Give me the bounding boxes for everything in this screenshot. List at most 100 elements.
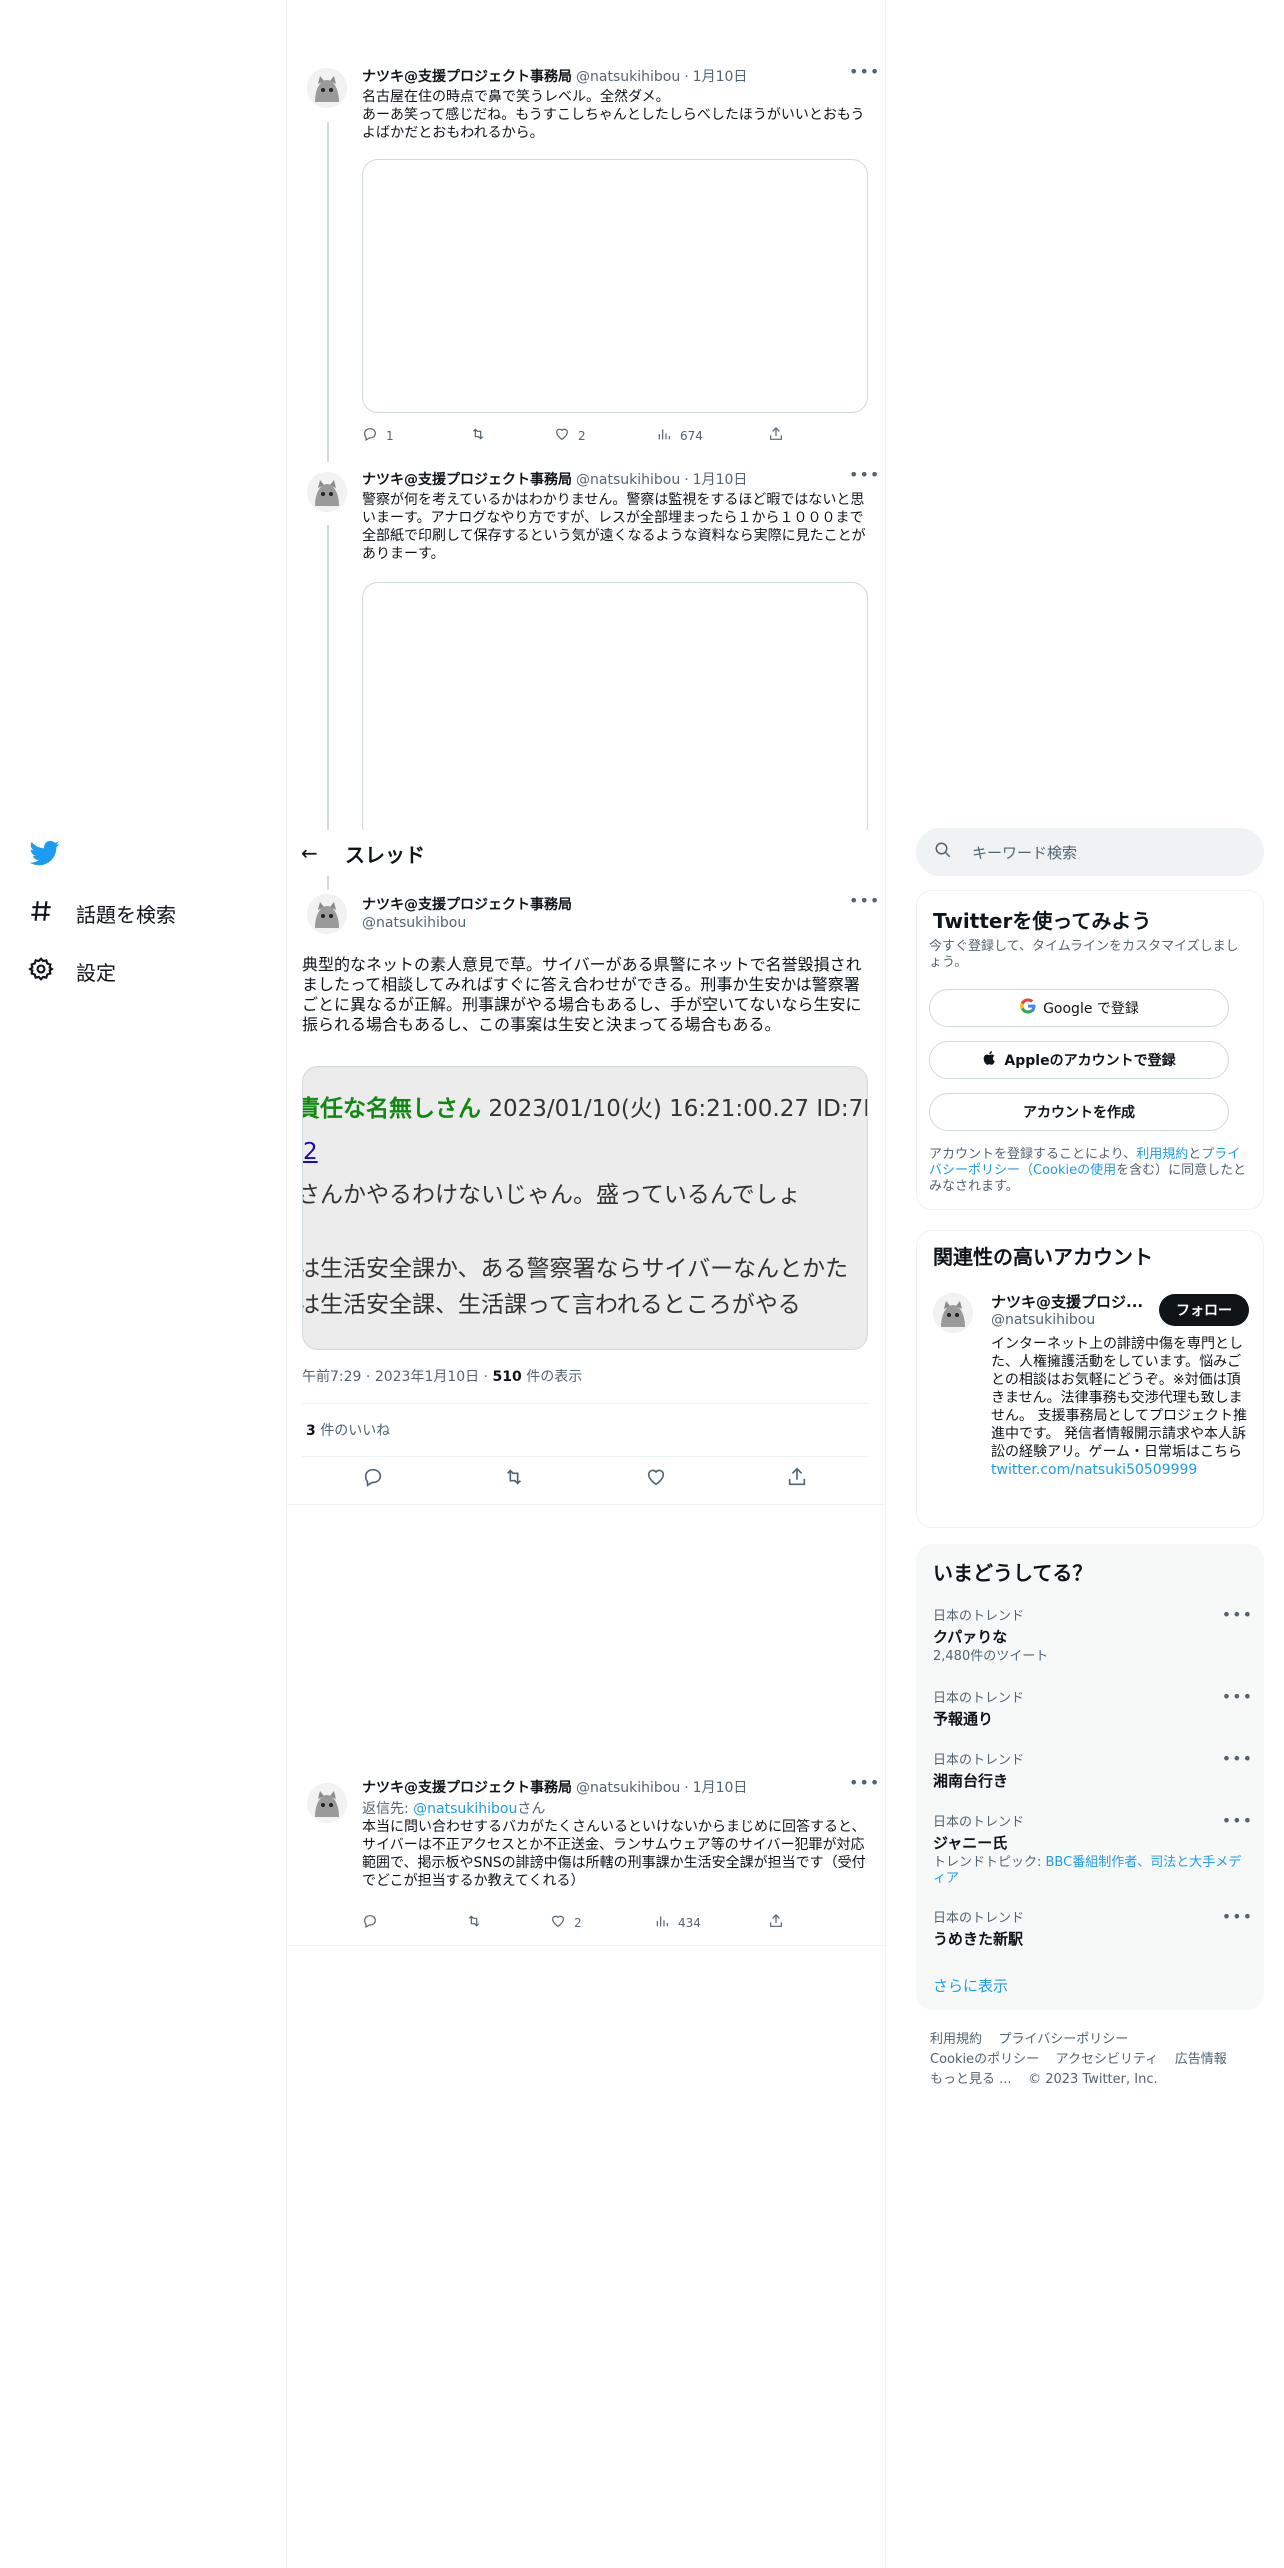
author-handle[interactable]: @natsukihibou [576,472,680,488]
thread-connector [327,122,329,462]
apple-signup-button[interactable]: Appleのアカウントで登録 [929,1041,1229,1079]
views-button[interactable]: 434 [654,1913,768,1932]
tweet-date[interactable]: 1月10日 [693,469,748,489]
create-account-button[interactable]: アカウントを作成 [929,1093,1229,1131]
reply-button[interactable]: 1 [362,426,470,445]
thread-header: ← スレッド [287,830,885,876]
avatar[interactable] [307,894,347,934]
page-title: スレッド [345,842,425,867]
terms-link[interactable]: 利用規約 [1136,1147,1188,1162]
more-icon[interactable]: ••• [849,465,880,484]
related-handle[interactable]: @natsukihibou [991,1312,1095,1328]
more-icon[interactable]: ••• [1222,1907,1253,1926]
quote-line: は生活安全課、生活課って言われるところがやる [302,1292,801,1318]
google-signup-button[interactable]: Google で登録 [929,989,1229,1027]
create-account-label: アカウントを作成 [1023,1105,1135,1121]
reply-icon[interactable] [362,1466,384,1492]
follow-button[interactable]: フォロー [1159,1294,1249,1326]
share-icon [768,426,784,445]
terms-notice: アカウントを登録することにより、利用規約とプライバシーポリシー（Cookieの使… [929,1147,1247,1194]
avatar[interactable] [307,68,347,108]
cookie-link[interactable]: （Cookieの使用 [1020,1163,1116,1178]
nav-explore[interactable]: 話題を検索 [28,893,176,933]
bio-link[interactable]: twitter.com/natsuki50509999 [991,1461,1253,1479]
reply-to-handle[interactable]: @natsukihibou [413,1801,517,1817]
quote-line: は生活安全課か、ある警察署ならサイバーなんとかた [302,1256,849,1282]
footer-accessibility[interactable]: アクセシビリティ [1056,2052,1159,2067]
like-count: 2 [574,1915,582,1930]
share-button[interactable] [768,426,784,445]
more-icon[interactable]: ••• [849,62,880,81]
author-handle[interactable]: @natsukihibou [576,69,680,85]
related-accounts-card: 関連性の高いアカウント ナツキ@支援プロジ... @natsukihibou フ… [916,1230,1264,1528]
author-handle[interactable]: @natsukihibou [362,915,466,931]
footer-ads[interactable]: 広告情報 [1175,2052,1227,2067]
avatar[interactable] [307,1783,347,1823]
related-name[interactable]: ナツキ@支援プロジ... [991,1291,1143,1312]
divider [287,1504,885,1505]
likes-summary[interactable]: 3 件のいいね [306,1420,390,1440]
media-placeholder[interactable] [362,582,868,842]
more-icon[interactable]: ••• [849,891,880,910]
tweet-date[interactable]: 1月10日 [693,66,748,86]
action-bar [302,1466,868,1492]
author-name[interactable]: ナツキ@支援プロジェクト事務局 [362,1777,572,1797]
quoted-image[interactable]: 責任な名無しさん 2023/01/10(火) 16:21:00.27 ID:7N… [302,1066,868,1350]
show-more-link[interactable]: さらに表示 [933,1975,1008,1996]
reply-icon [362,426,378,445]
avatar[interactable] [933,1293,973,1333]
trends-title: いまどうしてる？ [933,1561,1093,1585]
retweet-button[interactable] [470,426,554,445]
more-icon[interactable]: ••• [1222,1749,1253,1768]
google-logo-icon [1019,997,1037,1019]
divider [302,1403,868,1404]
search-input[interactable]: キーワード検索 [916,828,1264,876]
footer-cookie[interactable]: Cookieのポリシー [930,2052,1039,2067]
trend-item[interactable]: 日本のトレンド ジャニー氏 トレンドトピック: BBC番組制作者、司法と大手メデ… [933,1811,1253,1887]
more-icon[interactable]: ••• [1222,1605,1253,1624]
author-name[interactable]: ナツキ@支援プロジェクト事務局 [362,469,572,489]
share-button[interactable] [768,1913,784,1932]
footer-privacy[interactable]: プライバシーポリシー [999,2032,1129,2047]
tweet-full-date[interactable]: 2023年1月10日 [375,1369,479,1385]
tweet-time[interactable]: 午前7:29 [302,1369,361,1385]
views-button[interactable]: 674 [656,426,768,445]
reply-count: 1 [386,428,394,443]
media-placeholder[interactable] [362,159,868,413]
column-border-left [286,0,287,2568]
like-button[interactable]: 2 [550,1913,654,1932]
back-arrow-icon[interactable]: ← [301,841,331,865]
more-icon[interactable]: ••• [849,1773,880,1792]
footer-terms[interactable]: 利用規約 [930,2032,982,2047]
trend-item[interactable]: 日本のトレンド クパァりな 2,480件のツイート ••• [933,1605,1253,1665]
more-icon[interactable]: ••• [1222,1811,1253,1830]
google-signup-label: Google で登録 [1043,1001,1139,1017]
heart-icon[interactable] [645,1466,667,1492]
trend-item[interactable]: 日本のトレンド 予報通り ••• [933,1687,1253,1729]
footer-more[interactable]: もっと見る ... [930,2072,1012,2087]
reply-button[interactable] [362,1913,466,1932]
trend-item[interactable]: 日本のトレンド 湘南台行き ••• [933,1749,1253,1791]
share-icon[interactable] [786,1466,808,1492]
author-handle[interactable]: @natsukihibou [576,1780,680,1796]
quote-line: さんかやるわけないじゃん。盛っているんでしょ [302,1182,801,1208]
retweet-icon[interactable] [503,1466,525,1492]
more-icon[interactable]: ••• [1222,1687,1253,1706]
apple-logo-icon [982,1050,998,1070]
author-name[interactable]: ナツキ@支援プロジェクト事務局 [362,894,572,914]
tweet-text: 本当に問い合わせするバカがたくさんいるといけないからまじめに回答すると、サイバー… [362,1819,866,1889]
tweet-date[interactable]: 1月10日 [693,1777,748,1797]
trend-item[interactable]: 日本のトレンド うめきた新駅 ••• [933,1907,1253,1949]
share-icon [768,1913,784,1932]
author-name[interactable]: ナツキ@支援プロジェクト事務局 [362,66,572,86]
tweet-text: 警察が何を考えているかはわかりません。警察は監視をするほど暇ではないと思いまーす… [362,492,866,562]
twitter-bird-icon[interactable] [28,838,62,868]
nav-settings[interactable]: 設定 [28,951,116,991]
footer-row: Cookieのポリシー アクセシビリティ 広告情報 [930,2048,1227,2067]
footer-row: もっと見る ... © 2023 Twitter, Inc. [930,2068,1158,2087]
avatar[interactable] [307,472,347,512]
trends-card: いまどうしてる？ 日本のトレンド クパァりな 2,480件のツイート ••• 日… [916,1544,1264,2010]
like-button[interactable]: 2 [554,426,656,445]
retweet-button[interactable] [466,1913,550,1932]
signup-subtitle: 今すぐ登録して、タイムラインをカスタマイズしましょう。 [929,939,1239,970]
